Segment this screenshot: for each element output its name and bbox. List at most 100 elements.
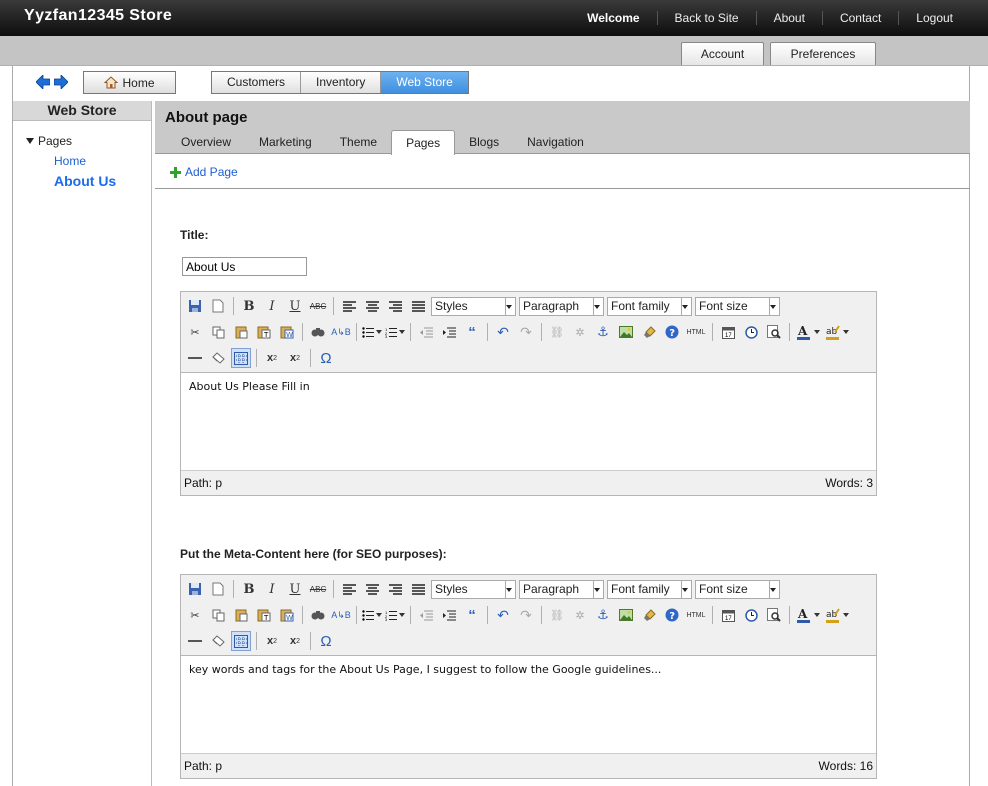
paste-text-icon[interactable]: T (254, 322, 274, 342)
save-icon[interactable] (185, 296, 205, 316)
blockquote-icon[interactable]: “ (462, 322, 482, 342)
tab-web-store[interactable]: Web Store (381, 72, 468, 93)
logout-link[interactable]: Logout (898, 11, 970, 25)
editor-content[interactable]: About Us Please Fill in (181, 372, 876, 471)
bullet-list-icon[interactable] (362, 322, 382, 342)
replace-icon[interactable]: A↳B (331, 605, 351, 625)
styles-select[interactable]: Styles (431, 579, 516, 599)
home-button[interactable]: Home (83, 71, 176, 94)
cleanup-icon[interactable] (639, 322, 659, 342)
paste-icon[interactable] (231, 605, 251, 625)
tree-pages[interactable]: Pages (26, 134, 72, 148)
unlink-icon[interactable]: ✲ (570, 322, 590, 342)
help-icon[interactable]: ? (662, 605, 682, 625)
undo-icon[interactable]: ↶ (493, 605, 513, 625)
indent-icon[interactable] (439, 322, 459, 342)
font-size-select[interactable]: Font size (695, 296, 780, 316)
remove-format-icon[interactable] (208, 348, 228, 368)
outdent-icon[interactable] (416, 605, 436, 625)
help-icon[interactable]: ? (662, 322, 682, 342)
copy-icon[interactable] (208, 605, 228, 625)
align-left-icon[interactable] (339, 296, 359, 316)
special-character-icon[interactable]: Ω (316, 348, 336, 368)
strikethrough-icon[interactable]: ABC (308, 296, 328, 316)
italic-icon[interactable]: I (262, 579, 282, 599)
text-color-icon[interactable]: A (795, 322, 821, 342)
copy-icon[interactable] (208, 322, 228, 342)
new-document-icon[interactable] (208, 579, 228, 599)
anchor-icon[interactable]: ⚓ (593, 322, 613, 342)
insert-time-icon[interactable] (741, 322, 761, 342)
align-center-icon[interactable] (362, 296, 382, 316)
subscript-icon[interactable]: x2 (262, 631, 282, 651)
unlink-icon[interactable]: ✲ (570, 605, 590, 625)
tab-overview[interactable]: Overview (167, 130, 245, 154)
strikethrough-icon[interactable]: ABC (308, 579, 328, 599)
anchor-icon[interactable]: ⚓ (593, 605, 613, 625)
bold-icon[interactable]: B (239, 579, 259, 599)
editor-content[interactable]: key words and tags for the About Us Page… (181, 655, 876, 754)
tab-navigation[interactable]: Navigation (513, 130, 598, 154)
preview-icon[interactable] (764, 605, 784, 625)
back-arrow-icon[interactable] (36, 75, 50, 89)
remove-format-icon[interactable] (208, 631, 228, 651)
title-input[interactable] (182, 257, 307, 276)
sidebar-item-about-us[interactable]: About Us (54, 173, 116, 189)
subscript-icon[interactable]: x2 (262, 348, 282, 368)
image-icon[interactable] (616, 605, 636, 625)
contact-link[interactable]: Contact (821, 11, 898, 25)
align-justify-icon[interactable] (408, 296, 428, 316)
add-page-link[interactable]: Add Page (170, 165, 238, 179)
superscript-icon[interactable]: x2 (285, 631, 305, 651)
sidebar-item-home[interactable]: Home (54, 154, 86, 168)
cleanup-icon[interactable] (639, 605, 659, 625)
superscript-icon[interactable]: x2 (285, 348, 305, 368)
bullet-list-icon[interactable] (362, 605, 382, 625)
insert-date-icon[interactable]: 17 (718, 605, 738, 625)
tab-pages[interactable]: Pages (391, 130, 456, 155)
italic-icon[interactable]: I (262, 296, 282, 316)
numbered-list-icon[interactable]: 123 (385, 322, 405, 342)
horizontal-rule-icon[interactable] (185, 631, 205, 651)
align-center-icon[interactable] (362, 579, 382, 599)
html-icon[interactable]: HTML (685, 605, 707, 625)
link-icon[interactable]: ⛓ (547, 322, 567, 342)
forward-arrow-icon[interactable] (54, 75, 68, 89)
paste-word-icon[interactable]: W (277, 322, 297, 342)
insert-time-icon[interactable] (741, 605, 761, 625)
outdent-icon[interactable] (416, 322, 436, 342)
format-select[interactable]: Paragraph (519, 296, 604, 316)
underline-icon[interactable]: U (285, 579, 305, 599)
expand-triangle-icon[interactable] (26, 138, 34, 144)
back-to-site-link[interactable]: Back to Site (656, 11, 756, 25)
new-document-icon[interactable] (208, 296, 228, 316)
visual-aid-icon[interactable] (231, 348, 251, 368)
save-icon[interactable] (185, 579, 205, 599)
image-icon[interactable] (616, 322, 636, 342)
align-left-icon[interactable] (339, 579, 359, 599)
cut-icon[interactable]: ✂ (185, 322, 205, 342)
about-link[interactable]: About (755, 11, 822, 25)
cut-icon[interactable]: ✂ (185, 605, 205, 625)
styles-select[interactable]: Styles (431, 296, 516, 316)
preview-icon[interactable] (764, 322, 784, 342)
tab-blogs[interactable]: Blogs (455, 130, 513, 154)
redo-icon[interactable]: ↷ (516, 322, 536, 342)
tab-customers[interactable]: Customers (212, 72, 302, 93)
find-icon[interactable] (308, 605, 328, 625)
horizontal-rule-icon[interactable] (185, 348, 205, 368)
tab-marketing[interactable]: Marketing (245, 130, 326, 154)
align-right-icon[interactable] (385, 296, 405, 316)
font-family-select[interactable]: Font family (607, 579, 692, 599)
blockquote-icon[interactable]: “ (462, 605, 482, 625)
html-icon[interactable]: HTML (685, 322, 707, 342)
preferences-tab[interactable]: Preferences (770, 42, 876, 65)
highlight-color-icon[interactable]: ab (824, 605, 850, 625)
paste-word-icon[interactable]: W (277, 605, 297, 625)
numbered-list-icon[interactable]: 123 (385, 605, 405, 625)
find-icon[interactable] (308, 322, 328, 342)
text-color-icon[interactable]: A (795, 605, 821, 625)
paste-icon[interactable] (231, 322, 251, 342)
welcome-link[interactable]: Welcome (570, 11, 656, 25)
highlight-color-icon[interactable]: ab (824, 322, 850, 342)
